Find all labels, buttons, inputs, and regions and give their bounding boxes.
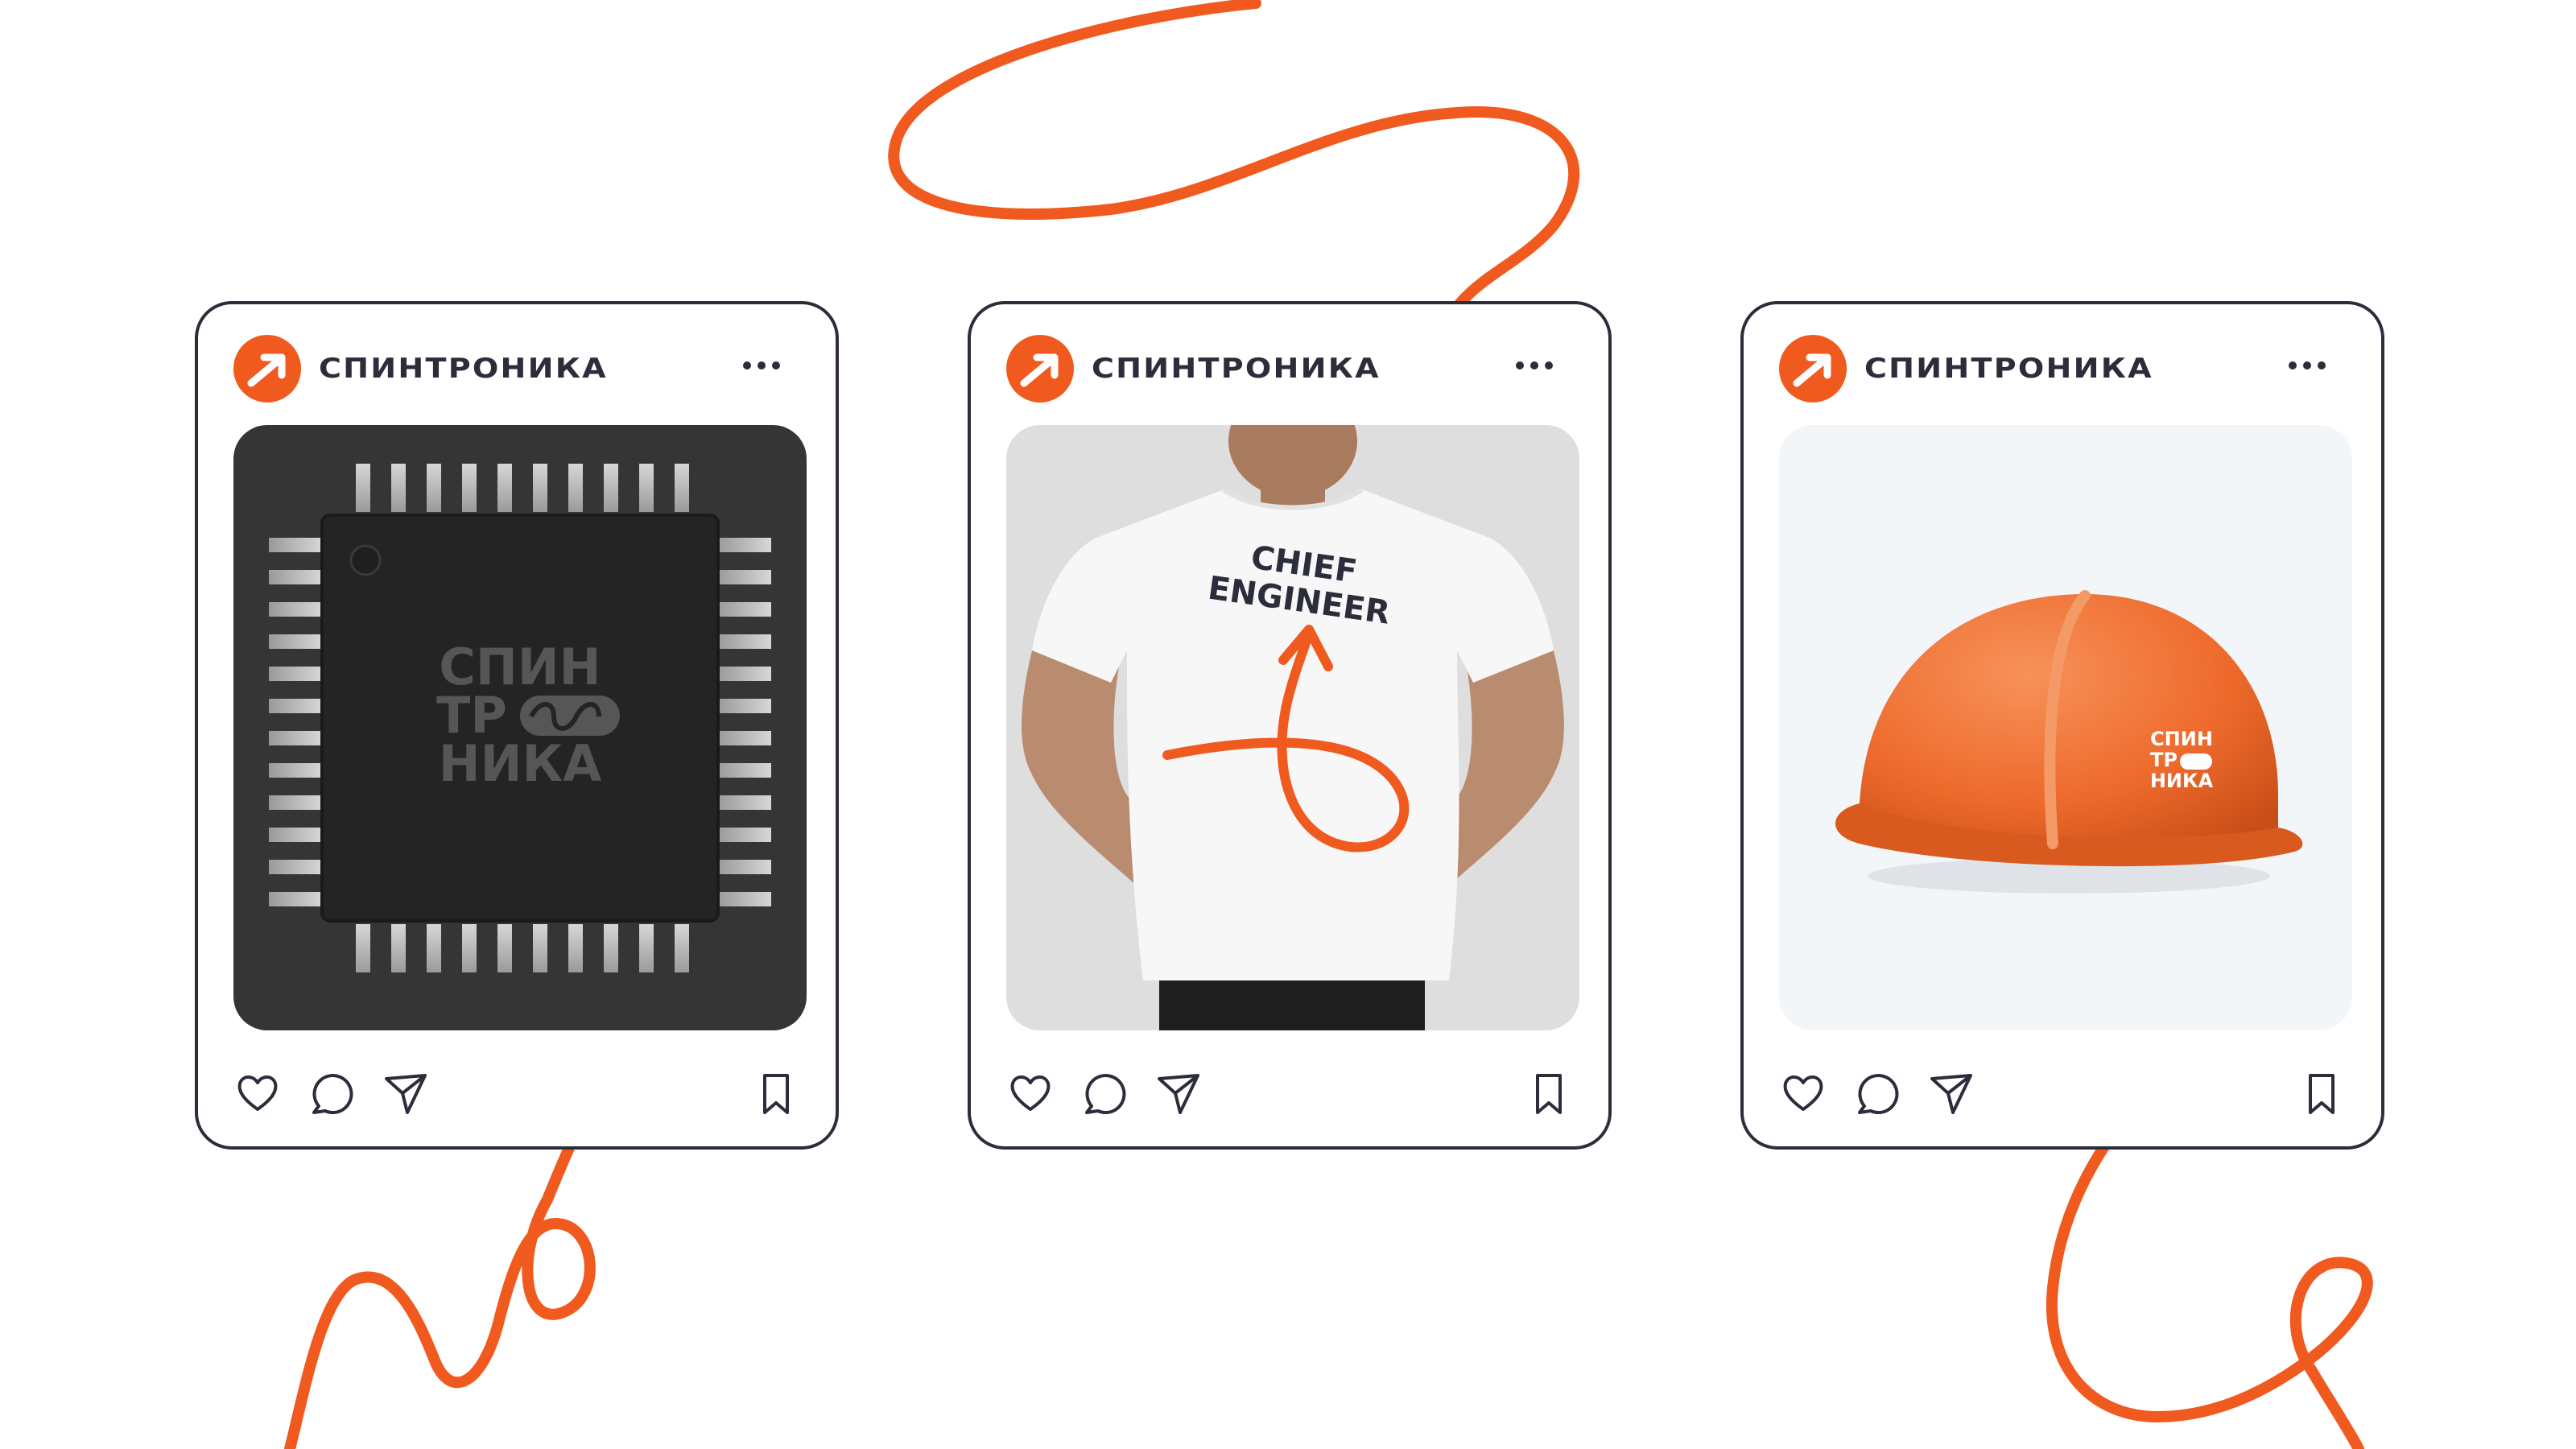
account-name[interactable]: СПИНТРОНИКА bbox=[319, 353, 608, 385]
post-actions bbox=[1006, 1069, 1573, 1117]
post-card-helmet: СПИНТРОНИКА СПИН ТР НИКА bbox=[1740, 301, 2384, 1150]
post-card-chip: СПИНТРОНИКА СПИН ТР НИКА bbox=[195, 301, 839, 1150]
send-icon[interactable] bbox=[1154, 1069, 1203, 1117]
bookmark-icon[interactable] bbox=[2297, 1069, 2346, 1117]
heart-icon[interactable] bbox=[233, 1069, 282, 1117]
comment-icon[interactable] bbox=[1080, 1069, 1129, 1117]
bookmark-icon[interactable] bbox=[1525, 1069, 1573, 1117]
more-dots-icon[interactable] bbox=[737, 349, 786, 382]
post-card-tshirt: СПИНТРОНИКА CHIEF ENGINEER bbox=[968, 301, 1612, 1150]
heart-icon[interactable] bbox=[1779, 1069, 1827, 1117]
post-header: СПИНТРОНИКА bbox=[233, 335, 800, 402]
arrow-logo-icon[interactable] bbox=[1779, 335, 1847, 402]
social-post-mockups: СПИНТРОНИКА СПИН ТР НИКА СПИНТРОНИКА CHI… bbox=[0, 0, 2576, 1449]
account-name[interactable]: СПИНТРОНИКА bbox=[1864, 353, 2153, 385]
helmet-logo-line-1: СПИН bbox=[2150, 728, 2213, 750]
arrow-logo-icon[interactable] bbox=[1006, 335, 1074, 402]
comment-icon[interactable] bbox=[308, 1069, 356, 1117]
more-dots-icon[interactable] bbox=[1510, 349, 1558, 382]
squiggle-right bbox=[2046, 1093, 2373, 1449]
account-name[interactable]: СПИНТРОНИКА bbox=[1092, 353, 1381, 385]
squiggle-left bbox=[284, 1097, 596, 1449]
chip-logo-line-3: НИКА bbox=[439, 734, 601, 793]
send-icon[interactable] bbox=[382, 1069, 430, 1117]
helmet-logo-line-3: НИКА bbox=[2150, 770, 2214, 792]
more-dots-icon[interactable] bbox=[2283, 349, 2331, 382]
bookmark-icon[interactable] bbox=[752, 1069, 800, 1117]
send-icon[interactable] bbox=[1927, 1069, 1975, 1117]
arrow-logo-icon[interactable] bbox=[233, 335, 301, 402]
post-image-helmet: СПИН ТР НИКА bbox=[1779, 425, 2352, 1030]
helmet-logo-line-2: ТР bbox=[2150, 749, 2178, 771]
post-header: СПИНТРОНИКА bbox=[1006, 335, 1573, 402]
post-actions bbox=[1779, 1069, 2346, 1117]
chip-illustration: СПИН ТР НИКА bbox=[269, 464, 771, 972]
helmet-illustration: СПИН ТР НИКА bbox=[1835, 590, 2303, 894]
post-header: СПИНТРОНИКА bbox=[1779, 335, 2346, 402]
comment-icon[interactable] bbox=[1853, 1069, 1901, 1117]
tshirt-illustration: CHIEF ENGINEER bbox=[1022, 425, 1564, 1030]
post-image-tshirt: CHIEF ENGINEER bbox=[1006, 425, 1579, 1030]
heart-icon[interactable] bbox=[1006, 1069, 1055, 1117]
post-image-chip: СПИН ТР НИКА bbox=[233, 425, 807, 1030]
post-actions bbox=[233, 1069, 800, 1117]
